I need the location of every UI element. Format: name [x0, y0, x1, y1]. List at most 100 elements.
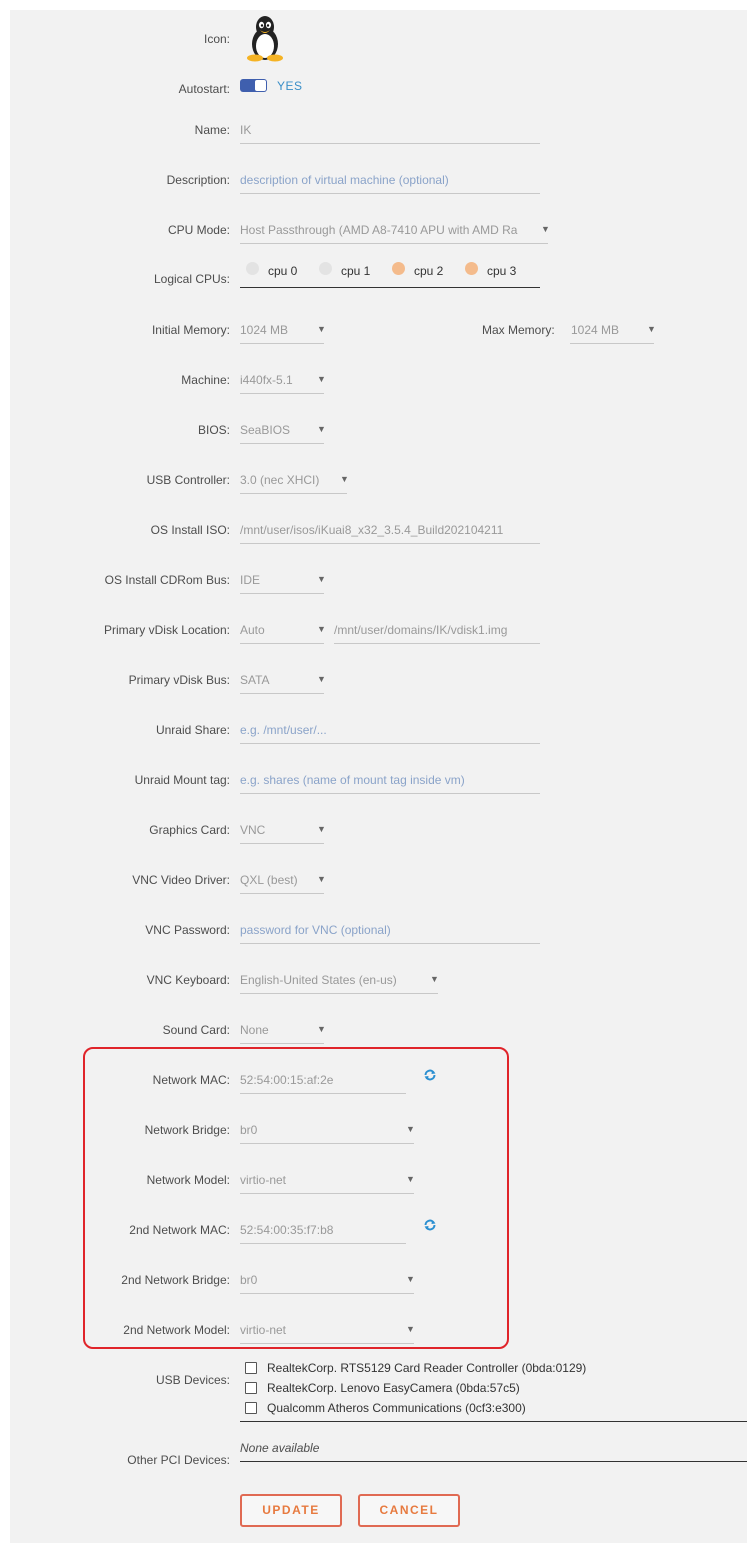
- network-bridge-select[interactable]: br0: [240, 1123, 400, 1137]
- cpu-3-checkbox[interactable]: [465, 262, 478, 275]
- usb-device-checkbox[interactable]: [245, 1382, 257, 1394]
- mount-tag-label: Unraid Mount tag:: [134, 773, 230, 787]
- vnc-keyboard-underline: [240, 993, 438, 994]
- usb-device-label: RealtekCorp. Lenovo EasyCamera (0bda:57c…: [267, 1381, 520, 1395]
- pci-label: Other PCI Devices:: [127, 1453, 230, 1467]
- network-model-select[interactable]: virtio-net: [240, 1173, 400, 1187]
- cpu-mode-row: CPU Mode: Host Passthrough (AMD A8-7410 …: [0, 215, 747, 245]
- cpu-1-label: cpu 1: [341, 264, 371, 278]
- initial-memory-label: Initial Memory:: [151, 323, 230, 337]
- vnc-keyboard-row: VNC Keyboard: English-United States (en-…: [0, 965, 747, 995]
- os-iso-row: OS Install ISO: /mnt/user/isos/iKuai8_x3…: [0, 515, 747, 545]
- network-mac-input[interactable]: 52:54:00:15:af:2e: [240, 1073, 406, 1087]
- os-iso-input[interactable]: /mnt/user/isos/iKuai8_x32_3.5.4_Build202…: [240, 523, 540, 537]
- chevron-down-icon: ▼: [317, 1024, 326, 1034]
- vnc-keyboard-select[interactable]: English-United States (en-us): [240, 973, 430, 987]
- network-model-row: Network Model: virtio-net ▼: [0, 1165, 747, 1195]
- toggle-knob: [255, 80, 266, 91]
- network2-mac-label: 2nd Network MAC:: [129, 1223, 230, 1237]
- machine-underline: [240, 393, 324, 394]
- vdisk-location-label: Primary vDisk Location:: [103, 623, 230, 637]
- vdisk-location-select[interactable]: Auto: [240, 623, 315, 637]
- cpu-0-checkbox[interactable]: [246, 262, 259, 275]
- mount-tag-row: Unraid Mount tag: e.g. shares (name of m…: [0, 765, 747, 795]
- network2-mac-input[interactable]: 52:54:00:35:f7:b8: [240, 1223, 406, 1237]
- vdisk-path-input[interactable]: /mnt/user/domains/IK/vdisk1.img: [334, 623, 507, 637]
- pci-underline: [240, 1461, 747, 1462]
- sound-label: Sound Card:: [162, 1023, 230, 1037]
- chevron-down-icon: ▼: [430, 974, 439, 984]
- bios-row: BIOS: SeaBIOS ▼: [0, 415, 747, 445]
- chevron-down-icon: ▼: [317, 624, 326, 634]
- network2-model-select[interactable]: virtio-net: [240, 1323, 400, 1337]
- cpu-mode-select[interactable]: Host Passthrough (AMD A8-7410 APU with A…: [240, 223, 540, 237]
- cdrom-bus-underline: [240, 593, 324, 594]
- machine-row: Machine: i440fx-5.1 ▼: [0, 365, 747, 395]
- network2-bridge-label: 2nd Network Bridge:: [121, 1273, 230, 1287]
- pci-row: Other PCI Devices: None available: [0, 1441, 747, 1475]
- usb-controller-select[interactable]: 3.0 (nec XHCI): [240, 473, 338, 487]
- update-button[interactable]: UPDATE: [240, 1494, 342, 1527]
- chevron-down-icon: ▼: [317, 374, 326, 384]
- cpus-underline: [240, 287, 540, 288]
- bios-select[interactable]: SeaBIOS: [240, 423, 315, 437]
- vdisk-bus-select[interactable]: SATA: [240, 673, 315, 687]
- refresh-icon[interactable]: [423, 1218, 437, 1232]
- network2-bridge-select[interactable]: br0: [240, 1273, 400, 1287]
- cdrom-bus-select[interactable]: IDE: [240, 573, 315, 587]
- usb-controller-underline: [240, 493, 347, 494]
- network2-model-underline: [240, 1343, 414, 1344]
- initial-memory-select[interactable]: 1024 MB: [240, 323, 315, 337]
- network2-model-label: 2nd Network Model:: [123, 1323, 230, 1337]
- machine-label: Machine:: [181, 373, 230, 387]
- vdisk-bus-row: Primary vDisk Bus: SATA ▼: [0, 665, 747, 695]
- network-bridge-underline: [240, 1143, 414, 1144]
- vnc-password-row: VNC Password: password for VNC (optional…: [0, 915, 747, 945]
- mount-tag-input[interactable]: e.g. shares (name of mount tag inside vm…: [240, 773, 540, 787]
- vnc-keyboard-label: VNC Keyboard:: [146, 973, 230, 987]
- chevron-down-icon: ▼: [317, 574, 326, 584]
- vnc-driver-select[interactable]: QXL (best): [240, 873, 315, 887]
- machine-select[interactable]: i440fx-5.1: [240, 373, 315, 387]
- chevron-down-icon: ▼: [317, 424, 326, 434]
- unraid-share-input[interactable]: e.g. /mnt/user/...: [240, 723, 540, 737]
- vdisk-bus-underline: [240, 693, 324, 694]
- usb-devices-underline: [240, 1421, 747, 1422]
- max-memory-select[interactable]: 1024 MB: [571, 323, 619, 337]
- vdisk-bus-label: Primary vDisk Bus:: [128, 673, 230, 687]
- vdisk-location-underline: [240, 643, 324, 644]
- linux-tux-icon[interactable]: [245, 14, 285, 62]
- network2-mac-row: 2nd Network MAC: 52:54:00:35:f7:b8: [0, 1215, 747, 1245]
- vnc-password-input[interactable]: password for VNC (optional): [240, 923, 540, 937]
- autostart-toggle[interactable]: [240, 79, 267, 92]
- graphics-select[interactable]: VNC: [240, 823, 315, 837]
- name-underline: [240, 143, 540, 144]
- refresh-icon[interactable]: [423, 1068, 437, 1082]
- name-input[interactable]: IK: [240, 123, 540, 137]
- cdrom-bus-label: OS Install CDRom Bus:: [104, 573, 230, 587]
- chevron-down-icon: ▼: [406, 1174, 415, 1184]
- chevron-down-icon: ▼: [647, 324, 656, 334]
- description-input[interactable]: description of virtual machine (optional…: [240, 173, 540, 187]
- cancel-button[interactable]: CANCEL: [358, 1494, 460, 1527]
- usb-device-checkbox[interactable]: [245, 1402, 257, 1414]
- cpu-1-checkbox[interactable]: [319, 262, 332, 275]
- initial-memory-underline: [240, 343, 324, 344]
- sound-underline: [240, 1043, 324, 1044]
- cpu-2-label: cpu 2: [414, 264, 444, 278]
- sound-select[interactable]: None: [240, 1023, 315, 1037]
- logical-cpus-label: Logical CPUs:: [153, 272, 230, 286]
- usb-devices-label: USB Devices:: [155, 1373, 230, 1387]
- max-memory-underline: [570, 343, 654, 344]
- usb-device-checkbox[interactable]: [245, 1362, 257, 1374]
- vdisk-path-underline: [334, 643, 540, 644]
- usb-controller-row: USB Controller: 3.0 (nec XHCI) ▼: [0, 465, 747, 495]
- cpu-mode-underline: [240, 243, 548, 244]
- network-bridge-label: Network Bridge:: [144, 1123, 230, 1137]
- cpu-2-checkbox[interactable]: [392, 262, 405, 275]
- cpu-mode-label: CPU Mode:: [167, 223, 230, 237]
- graphics-underline: [240, 843, 324, 844]
- chevron-down-icon: ▼: [406, 1124, 415, 1134]
- chevron-down-icon: ▼: [541, 224, 550, 234]
- memory-row: Initial Memory: 1024 MB ▼ Max Memory: 10…: [0, 315, 747, 345]
